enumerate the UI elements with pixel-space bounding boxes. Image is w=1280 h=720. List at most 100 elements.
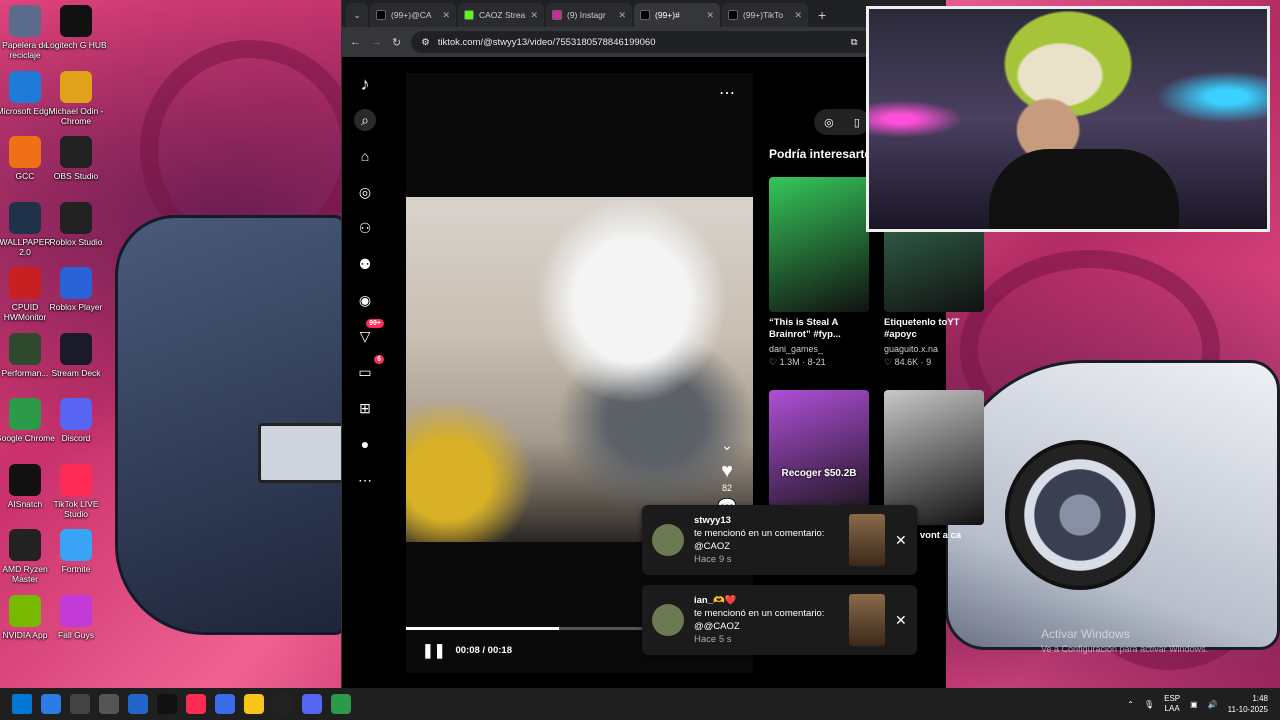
recommendation-title: Etiquetenlo toYT #apoyc bbox=[884, 317, 960, 340]
desktop-app-icon bbox=[60, 594, 92, 627]
desktop-icon[interactable]: TikTok LIVE Studio bbox=[45, 463, 107, 519]
browser-tab[interactable]: (99+)TikTo ✕ bbox=[722, 3, 808, 27]
live-icon[interactable]: ◉ bbox=[354, 289, 376, 311]
messages-icon[interactable]: ▭ 6 bbox=[354, 355, 384, 383]
taskbar-app-icon[interactable] bbox=[157, 694, 177, 714]
desktop-app-icon bbox=[9, 201, 41, 234]
notification-text: stwyy13 te mencionó en un comentario: @CA… bbox=[694, 514, 839, 566]
desktop-icon[interactable]: Fall Guys bbox=[45, 594, 107, 640]
browser-tab[interactable]: CAOZ Strea ✕ bbox=[458, 3, 544, 27]
taskbar-apps bbox=[12, 694, 351, 714]
tab-close-icon[interactable]: ✕ bbox=[442, 10, 450, 21]
activity-icon[interactable]: ▽ 99+ bbox=[354, 319, 384, 347]
taskbar-app-icon[interactable] bbox=[128, 694, 148, 714]
tab-close-icon[interactable]: ✕ bbox=[530, 10, 538, 21]
install-icon[interactable]: ⧉ bbox=[851, 37, 858, 48]
desktop-app-icon bbox=[60, 463, 92, 496]
recommendation-card[interactable]: “This is Steal A Brainrot” #fyp... dani_g… bbox=[769, 177, 869, 368]
desktop-icon[interactable]: Michael Odin - Chrome bbox=[45, 70, 107, 126]
video-frame[interactable] bbox=[406, 197, 753, 542]
desktop-icon-label: Discord bbox=[61, 433, 91, 443]
new-tab-button[interactable]: + bbox=[810, 7, 834, 27]
tab-close-icon[interactable]: ✕ bbox=[706, 10, 714, 21]
notification-time: Hace 5 s bbox=[694, 634, 732, 645]
tab-strip: ⌄ (99+)@CA ✕ CAOZ Strea ✕ (9) Instagr ✕ (99+)#… bbox=[342, 0, 946, 27]
taskbar-app-icon[interactable] bbox=[99, 694, 119, 714]
desktop-icon-label: Roblox Player bbox=[49, 302, 103, 312]
view-mode-toggle[interactable]: ◎ ▯ bbox=[814, 109, 870, 135]
site-info-icon[interactable]: ⚙ bbox=[421, 37, 430, 48]
microphone-icon[interactable]: 🎙 bbox=[1144, 700, 1154, 709]
taskbar-app-icon[interactable] bbox=[244, 694, 264, 714]
browser-tab[interactable]: (99+)# ✕ bbox=[634, 3, 720, 27]
volume-icon[interactable]: 🔊 bbox=[1208, 700, 1218, 709]
reload-icon[interactable]: ↻ bbox=[392, 36, 401, 49]
video-player[interactable]: ⋯ bbox=[406, 73, 753, 673]
tiktok-logo-icon[interactable]: ♪ bbox=[354, 73, 376, 95]
browser-tab[interactable]: (9) Instagr ✕ bbox=[546, 3, 632, 27]
scroll-down-icon[interactable]: ⌄ bbox=[717, 437, 737, 454]
taskbar-app-icon[interactable] bbox=[273, 694, 293, 714]
desktop-icon[interactable]: Stream Deck bbox=[45, 332, 107, 378]
network-icon[interactable]: ▣ bbox=[1190, 700, 1198, 709]
tab-close-icon[interactable]: ✕ bbox=[618, 10, 626, 21]
desktop-app-icon bbox=[60, 529, 92, 561]
device-icon[interactable]: ▯ bbox=[854, 116, 860, 129]
explore-icon[interactable]: ◎ bbox=[354, 181, 376, 203]
desktop-icon[interactable]: Fortnite bbox=[45, 529, 107, 574]
tiktok-sidebar: ♪ ⌕ ⌂ ◎ ⚇ ⚉ ◉ ▽ 99+ ▭ 6 ⊞ ● ⋯ bbox=[342, 57, 388, 688]
close-icon[interactable]: ✕ bbox=[895, 612, 907, 629]
forward-icon[interactable]: → bbox=[371, 36, 382, 48]
notification-user: ian_🫶❤️ bbox=[694, 595, 737, 606]
desktop-app-icon bbox=[9, 398, 41, 430]
desktop-icon-label: Roblox Studio bbox=[49, 236, 103, 247]
browser-tab[interactable]: (99+)@CA ✕ bbox=[370, 3, 456, 27]
taskbar-app-icon[interactable] bbox=[331, 694, 351, 714]
start-button-icon[interactable] bbox=[12, 694, 32, 714]
tabs: (99+)@CA ✕ CAOZ Strea ✕ (9) Instagr ✕ (99+)# ✕(… bbox=[370, 3, 808, 27]
more-options-icon[interactable]: ⋯ bbox=[719, 83, 735, 103]
home-icon[interactable]: ⌂ bbox=[354, 145, 376, 167]
desktop-app-icon bbox=[60, 267, 92, 299]
taskbar-app-icon[interactable] bbox=[70, 694, 90, 714]
webcam-overlay bbox=[866, 6, 1270, 232]
desktop-app-icon bbox=[9, 136, 41, 168]
desktop-icon[interactable]: OBS Studio bbox=[45, 136, 107, 181]
taskbar-app-icon[interactable] bbox=[302, 694, 322, 714]
desktop-icon[interactable]: Logitech G HUB bbox=[45, 5, 107, 50]
clock[interactable]: 1:48 11-10-2025 bbox=[1228, 693, 1268, 715]
close-icon[interactable]: ✕ bbox=[895, 532, 907, 549]
tab-close-icon[interactable]: ✕ bbox=[794, 10, 802, 21]
tray-chevron-icon[interactable]: ⌃ bbox=[1127, 700, 1134, 709]
desktop-app-icon bbox=[60, 5, 92, 37]
taskbar-app-icon[interactable] bbox=[41, 694, 61, 714]
tab-search-button[interactable]: ⌄ bbox=[346, 3, 368, 27]
recommend-title: Podría interesarte bbox=[769, 147, 872, 161]
search-icon[interactable]: ⌕ bbox=[354, 109, 376, 131]
friends-icon[interactable]: ⚉ bbox=[354, 253, 376, 275]
system-tray: ⌃ 🎙 ESP LAA ▣ 🔊 1:48 11-10-2025 bbox=[1127, 688, 1268, 720]
following-icon[interactable]: ⚇ bbox=[354, 217, 376, 239]
compass-icon[interactable]: ◎ bbox=[824, 116, 834, 129]
mention-notification[interactable]: stwyy13 te mencionó en un comentario: @CA… bbox=[642, 505, 917, 575]
like-heart-icon[interactable]: ♥ bbox=[717, 460, 737, 483]
pause-icon[interactable]: ❚❚ bbox=[422, 642, 445, 659]
mention-notification[interactable]: ian_🫶❤️ te mencionó en un comentario: @@C… bbox=[642, 585, 917, 655]
language-indicator[interactable]: ESP LAA bbox=[1164, 694, 1180, 714]
profile-icon[interactable]: ● bbox=[354, 433, 376, 455]
notification-thumbnail[interactable] bbox=[849, 594, 885, 646]
back-icon[interactable]: ← bbox=[350, 36, 361, 48]
desktop-icon-label: Logitech G HUB bbox=[45, 40, 107, 50]
notification-thumbnail[interactable] bbox=[849, 514, 885, 566]
taskbar-app-icon[interactable] bbox=[215, 694, 235, 714]
desktop-icon[interactable]: Roblox Studio bbox=[45, 201, 107, 247]
recommendation-thumbnail[interactable] bbox=[769, 177, 869, 312]
desktop-icon[interactable]: Roblox Player bbox=[45, 267, 107, 312]
address-bar[interactable]: ⚙ tiktok.com/@stwyy13/video/755318057884… bbox=[411, 31, 885, 53]
activate-windows-watermark: Activar Windows Ve a Configuración para … bbox=[1041, 627, 1208, 654]
more-icon[interactable]: ⋯ bbox=[354, 469, 376, 491]
desktop-icon[interactable]: Discord bbox=[45, 398, 107, 443]
upload-icon[interactable]: ⊞ bbox=[354, 397, 376, 419]
avatar bbox=[652, 604, 684, 636]
taskbar-app-icon[interactable] bbox=[186, 694, 206, 714]
